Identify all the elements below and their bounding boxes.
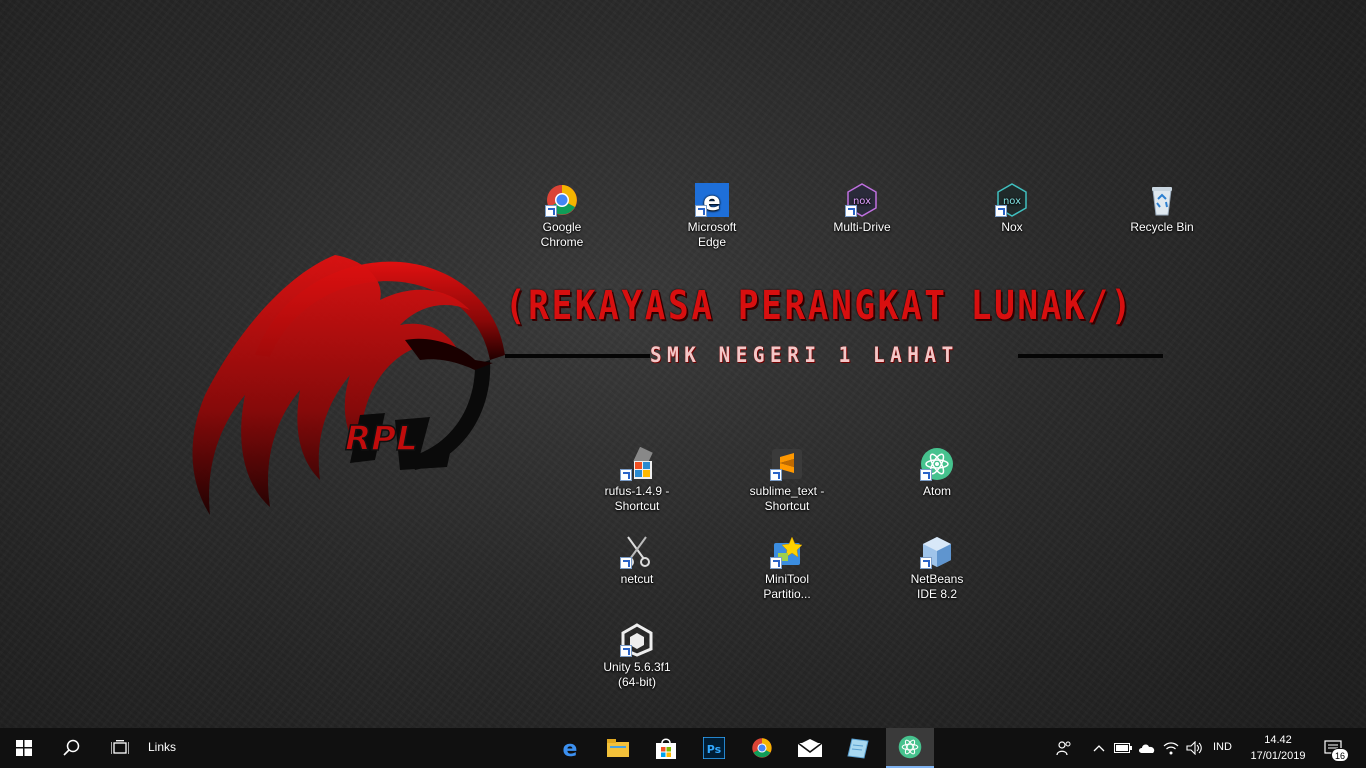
- search-button[interactable]: [48, 728, 96, 768]
- search-icon: [63, 739, 80, 756]
- volume-tray-icon[interactable]: [1184, 728, 1206, 768]
- task-view-button[interactable]: [96, 728, 144, 768]
- desktop-icon-rufus[interactable]: rufus-1.4.9 - Shortcut: [599, 447, 675, 514]
- shortcut-arrow-icon: [545, 205, 557, 217]
- taskbar-app-photoshop[interactable]: Ps: [690, 728, 738, 768]
- banner-line-left: [505, 354, 650, 358]
- battery-icon: [1114, 743, 1132, 753]
- shortcut-arrow-icon: [995, 205, 1007, 217]
- desktop-icon-minitool[interactable]: MiniTool Partitio...: [749, 535, 825, 602]
- show-hidden-icons-button[interactable]: [1089, 728, 1109, 768]
- sublime-text-icon: [770, 447, 804, 481]
- people-button[interactable]: [1051, 728, 1077, 768]
- mail-icon: [798, 739, 822, 757]
- desktop-icon-recycle-bin[interactable]: Recycle Bin: [1124, 183, 1200, 235]
- atom-icon: [920, 447, 954, 481]
- taskbar: Links e Ps IND 14.42 17/01/2019: [0, 728, 1366, 768]
- file-explorer-icon: [607, 739, 629, 757]
- icon-label: Multi-Drive: [833, 220, 891, 234]
- shortcut-arrow-icon: [620, 557, 632, 569]
- atom-icon: [898, 735, 922, 759]
- rpl-dragon-logo: RPL: [192, 255, 505, 515]
- wallpaper-title: (REKAYASA PERANGKAT LUNAK/): [505, 283, 1134, 329]
- shortcut-arrow-icon: [920, 469, 932, 481]
- desktop-icon-google-chrome[interactable]: Google Chrome: [524, 183, 600, 250]
- desktop-icon-netcut[interactable]: netcut: [599, 535, 675, 587]
- notification-count-badge: 16: [1331, 748, 1349, 762]
- onedrive-tray-icon[interactable]: [1136, 728, 1158, 768]
- chevron-up-icon: [1093, 745, 1105, 752]
- banner-line-right: [1018, 354, 1163, 358]
- taskbar-app-mail[interactable]: [786, 728, 834, 768]
- notepad-icon: [847, 738, 869, 759]
- desktop-icon-atom[interactable]: Atom: [899, 447, 975, 499]
- icon-label: Recycle Bin: [1130, 220, 1194, 234]
- chrome-icon: [752, 738, 772, 758]
- netcut-icon: [620, 535, 654, 569]
- people-icon: [1056, 741, 1071, 756]
- shortcut-arrow-icon: [845, 205, 857, 217]
- shortcut-arrow-icon: [920, 557, 932, 569]
- icon-label: Google Chrome: [540, 220, 584, 249]
- desktop-icon-microsoft-edge[interactable]: e Microsoft Edge: [674, 183, 750, 250]
- links-toolbar[interactable]: Links: [148, 740, 176, 754]
- taskbar-app-edge[interactable]: e: [546, 728, 594, 768]
- desktop-icon-netbeans[interactable]: NetBeans IDE 8.2: [899, 535, 975, 602]
- store-icon: [656, 738, 676, 759]
- icon-label: Unity 5.6.3f1 (64-bit): [603, 660, 671, 689]
- clock-time: 14.42: [1264, 734, 1292, 746]
- icon-label: MiniTool Partitio...: [763, 572, 811, 601]
- icon-label: NetBeans IDE 8.2: [910, 572, 964, 601]
- desktop-icon-sublime-text[interactable]: sublime_text - Shortcut: [749, 447, 825, 514]
- shortcut-arrow-icon: [620, 645, 632, 657]
- chrome-icon: [545, 183, 579, 217]
- desktop-icon-nox[interactable]: nox Nox: [974, 183, 1050, 235]
- nox-icon: nox: [995, 183, 1029, 217]
- shortcut-arrow-icon: [770, 557, 782, 569]
- wallpaper-subtitle: SMK NEGERI 1 LAHAT: [650, 343, 959, 367]
- nox-multidrive-icon: nox: [845, 183, 879, 217]
- clock-date: 17/01/2019: [1250, 750, 1306, 762]
- taskbar-app-file-explorer[interactable]: [594, 728, 642, 768]
- clock[interactable]: 14.42 17/01/2019: [1244, 732, 1312, 764]
- icon-label: Microsoft Edge: [687, 220, 737, 249]
- svg-text:e: e: [563, 737, 578, 759]
- speaker-icon: [1186, 741, 1202, 755]
- netbeans-icon: [920, 535, 954, 569]
- rufus-icon: [620, 447, 654, 481]
- edge-icon: e: [695, 183, 729, 217]
- minitool-icon: [770, 535, 804, 569]
- icon-label: rufus-1.4.9 - Shortcut: [604, 484, 670, 513]
- edge-icon: e: [563, 737, 578, 759]
- shortcut-arrow-icon: [695, 205, 707, 217]
- icon-label: netcut: [620, 572, 654, 586]
- task-view-icon: [111, 740, 129, 754]
- photoshop-icon: Ps: [703, 737, 725, 759]
- taskbar-app-notepad[interactable]: [834, 728, 882, 768]
- start-button[interactable]: [0, 728, 48, 768]
- input-language-indicator[interactable]: IND: [1213, 741, 1232, 753]
- shortcut-arrow-icon: [770, 469, 782, 481]
- desktop-icon-multi-drive[interactable]: nox Multi-Drive: [824, 183, 900, 235]
- rpl-logo-text: RPL: [345, 419, 418, 459]
- desktop: RPL (REKAYASA PERANGKAT LUNAK/) SMK NEGE…: [0, 0, 1366, 728]
- taskbar-app-store[interactable]: [642, 728, 690, 768]
- network-tray-icon[interactable]: [1160, 728, 1182, 768]
- recycle-bin-icon: [1145, 183, 1179, 217]
- unity-icon: [620, 623, 654, 657]
- battery-tray-icon[interactable]: [1112, 728, 1134, 768]
- icon-label: sublime_text - Shortcut: [749, 484, 825, 513]
- taskbar-app-atom[interactable]: [886, 728, 934, 768]
- icon-label: Atom: [922, 484, 951, 498]
- taskbar-app-chrome[interactable]: [738, 728, 786, 768]
- icon-label: Nox: [1001, 220, 1023, 234]
- cloud-icon: [1139, 744, 1155, 753]
- photoshop-label: Ps: [707, 743, 722, 756]
- shortcut-arrow-icon: [620, 469, 632, 481]
- wifi-icon: [1163, 742, 1179, 755]
- windows-logo-icon: [16, 740, 32, 756]
- desktop-icon-unity[interactable]: Unity 5.6.3f1 (64-bit): [599, 623, 675, 690]
